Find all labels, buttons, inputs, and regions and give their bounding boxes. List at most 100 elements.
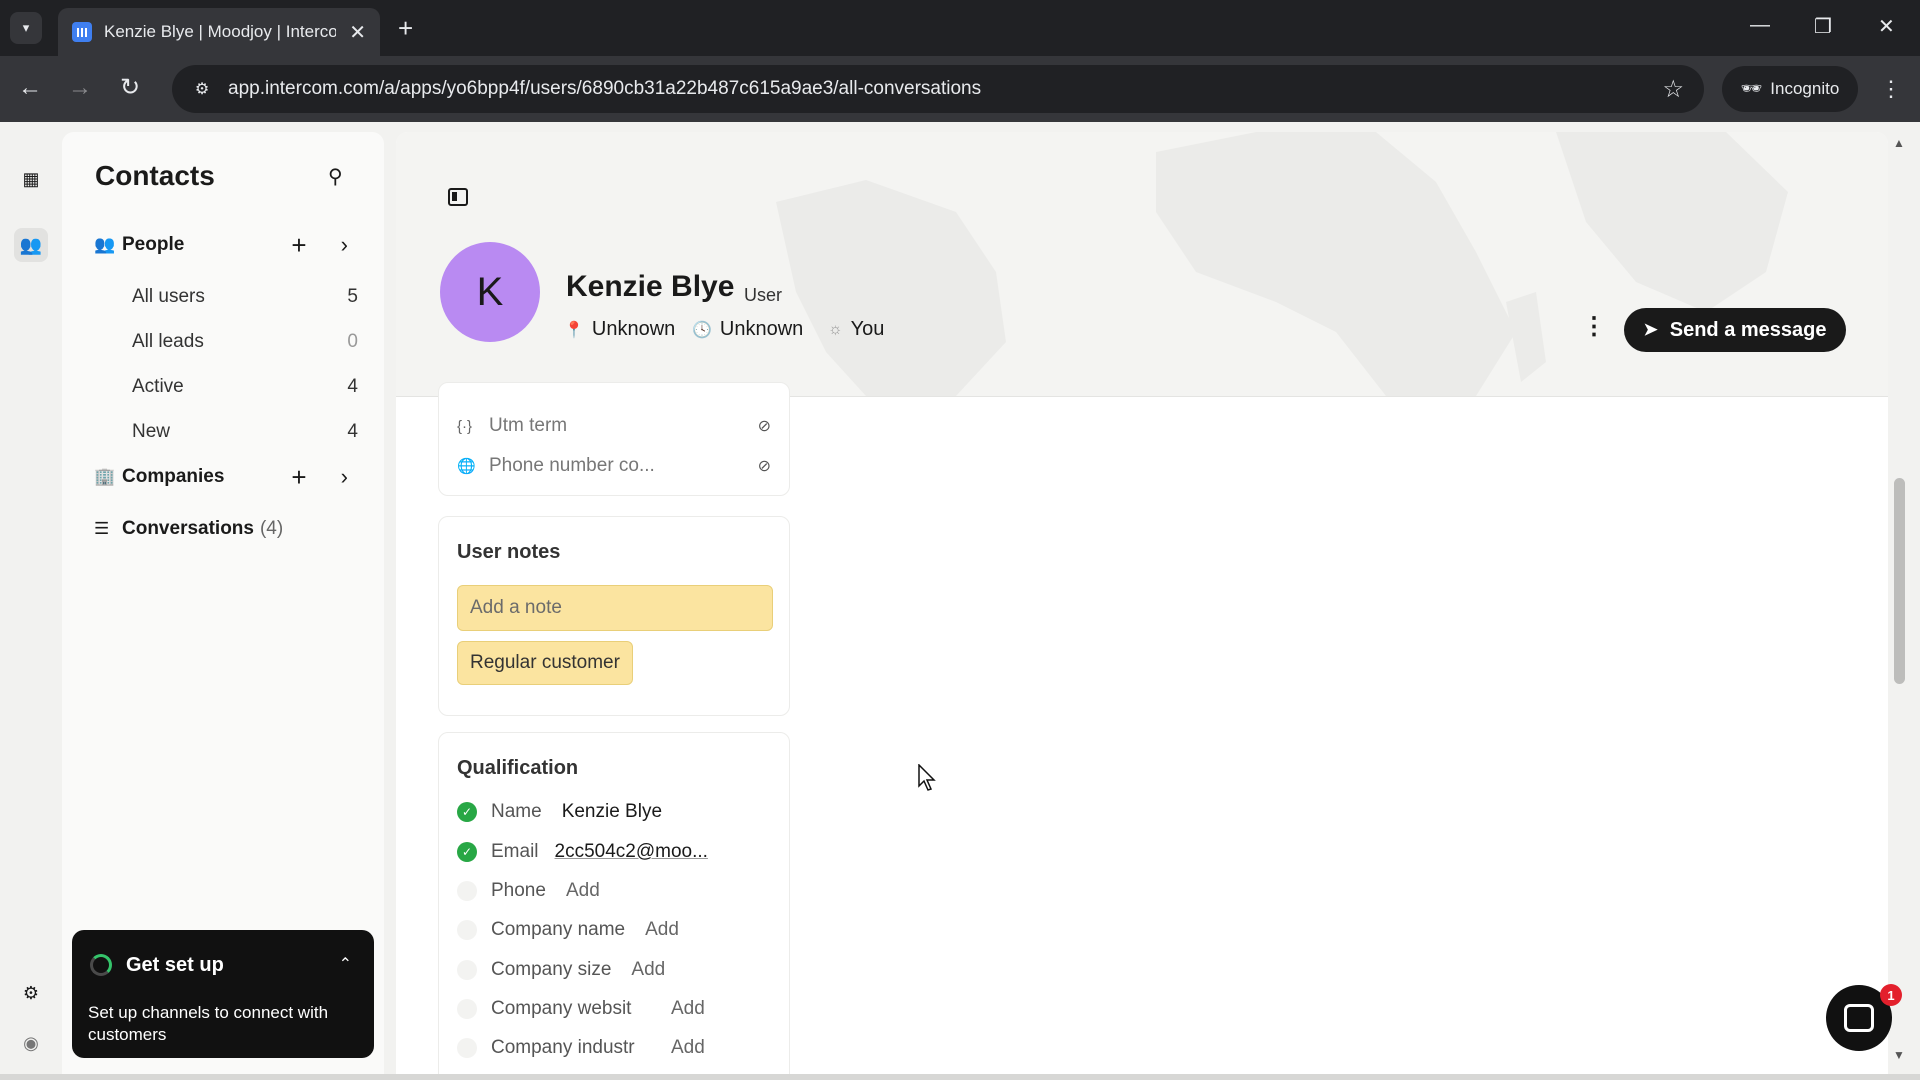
send-message-label: Send a message (1669, 318, 1827, 341)
scroll-down-arrow-icon[interactable]: ▼ (1893, 1048, 1905, 1062)
chevron-right-icon[interactable]: › (341, 464, 348, 490)
profile-status-icon[interactable]: ◉ (14, 1026, 48, 1060)
qualification-row-name[interactable]: ✓ Name Kenzie Blye (457, 797, 779, 827)
send-message-button[interactable]: ➤ Send a message (1624, 308, 1846, 352)
qualification-label: Company size (491, 959, 612, 980)
site-settings-icon[interactable]: ⚙ (182, 79, 222, 99)
setup-description: Set up channels to connect with customer… (88, 1003, 329, 1044)
qualification-row-email[interactable]: ✓ Email 2cc504c2@moo... (457, 837, 779, 867)
qualification-label: Company industr (491, 1037, 635, 1058)
qualification-row-company-industry[interactable]: Company industr Add (457, 1033, 779, 1063)
sidebar-section-conversations[interactable]: ☰ Conversations (4) (94, 512, 366, 546)
contact-location: 📍 Unknown (564, 318, 675, 341)
more-options-icon[interactable]: ⋮ (1582, 312, 1606, 341)
incognito-label: Incognito (1770, 79, 1840, 98)
qualification-label: Email (491, 841, 539, 862)
empty-circle-icon (457, 920, 477, 940)
intercom-app: ▦ 👥 ⚙ ◉ Contacts ⚲ 👥 People + › All user… (0, 122, 1920, 1080)
contact-role-badge: User (744, 285, 783, 305)
browser-menu-icon[interactable]: ⋮ (1880, 76, 1902, 102)
sidebar-item-all-leads[interactable]: All leads 0 (132, 325, 358, 359)
qualification-label: Phone (491, 880, 546, 901)
eye-hidden-icon[interactable]: ⊘ (758, 416, 771, 436)
chevron-right-icon[interactable]: › (341, 232, 348, 258)
sidebar-item-all-users[interactable]: All users 5 (132, 280, 358, 314)
conversations-count: (4) (259, 518, 284, 539)
get-set-up-card[interactable]: Get set up ⌃ Set up channels to connect … (72, 930, 374, 1058)
chevron-up-icon[interactable]: ⌃ (339, 954, 352, 974)
sidebar-item-count: 0 (347, 331, 358, 352)
add-value-link[interactable]: Add (631, 959, 665, 981)
local-time-value: Unknown (719, 318, 804, 340)
browser-tab-active[interactable]: Kenzie Blye | Moodjoy | Interco ✕ (58, 8, 380, 56)
add-value-link[interactable]: Add (671, 998, 705, 1020)
qualification-value[interactable]: 2cc504c2@moo... (555, 841, 708, 863)
sidebar-item-new[interactable]: New 4 (132, 415, 358, 449)
qualification-card: Qualification ✓ Name Kenzie Blye ✓ Email… (438, 732, 790, 1080)
attribute-row-phone-country[interactable]: 🌐 Phone number co... ⊘ (457, 451, 771, 481)
scrollbar-thumb[interactable] (1894, 478, 1905, 684)
qualification-row-phone[interactable]: Phone Add (457, 876, 779, 906)
incognito-indicator[interactable]: 🕶 Incognito (1722, 66, 1858, 112)
bookmark-star-icon[interactable]: ☆ (1662, 75, 1684, 104)
empty-circle-icon (457, 881, 477, 901)
browser-tab-bar: ▾ Kenzie Blye | Moodjoy | Interco ✕ + — … (0, 0, 1920, 56)
qualification-row-company-size[interactable]: Company size Add (457, 955, 779, 985)
empty-circle-icon (457, 1038, 477, 1058)
contact-header: K Kenzie Blye User 📍 Unknown 🕓 Unknown ☼… (396, 132, 1888, 396)
qualification-row-company-website[interactable]: Company websit Add (457, 994, 779, 1024)
qualification-label: Company websit (491, 998, 632, 1019)
location-value: Unknown (591, 318, 676, 340)
settings-gear-icon[interactable]: ⚙ (14, 976, 48, 1010)
code-brackets-icon: {·} (457, 417, 473, 435)
note-regular-customer[interactable]: Regular customer (457, 641, 633, 685)
add-value-link[interactable]: Add (671, 1037, 705, 1059)
empty-circle-icon (457, 999, 477, 1019)
eye-hidden-icon[interactable]: ⊘ (758, 456, 771, 476)
avatar: K (440, 242, 540, 342)
intercom-favicon-icon (72, 22, 92, 42)
tab-close-icon[interactable]: ✕ (349, 20, 366, 45)
add-company-icon[interactable]: + (284, 462, 314, 492)
contact-owner[interactable]: ☼ You (828, 318, 884, 341)
back-arrow-icon[interactable]: ← (18, 73, 42, 103)
search-icon[interactable]: ⚲ (328, 164, 343, 189)
add-value-link[interactable]: Add (566, 880, 600, 902)
world-map-background (776, 132, 1788, 396)
qualification-value: Kenzie Blye (561, 801, 663, 822)
tab-list-button[interactable]: ▾ (10, 12, 42, 44)
companies-label: Companies (122, 466, 225, 487)
sidebar-item-active[interactable]: Active 4 (132, 370, 358, 404)
new-tab-button[interactable]: + (398, 12, 413, 44)
sidebar-section-companies[interactable]: 🏢 Companies + › (94, 460, 366, 494)
sidebar-section-people[interactable]: 👥 People + › (94, 228, 366, 262)
inbox-icon[interactable]: ▦ (14, 162, 48, 196)
attribute-row-utm-term[interactable]: {·} Utm term ⊘ (457, 411, 771, 441)
close-window-icon[interactable]: ✕ (1878, 14, 1895, 39)
qualification-row-company-name[interactable]: Company name Add (457, 915, 779, 945)
sidebar-title: Contacts (95, 160, 215, 191)
contacts-icon[interactable]: 👥 (14, 228, 48, 262)
restore-window-icon[interactable]: ❐ (1814, 14, 1832, 39)
sidebar-item-label: Active (132, 376, 184, 397)
conversations-label: Conversations (122, 518, 254, 539)
incognito-icon: 🕶 (1740, 79, 1763, 98)
browser-toolbar: ← → ↻ ⚙ app.intercom.com/a/apps/yo6bpp4f… (0, 56, 1920, 122)
url-text[interactable]: app.intercom.com/a/apps/yo6bpp4f/users/6… (228, 78, 981, 100)
reload-icon[interactable]: ↻ (120, 73, 140, 103)
qualification-label: Company name (491, 919, 626, 940)
forward-arrow-icon[interactable]: → (68, 73, 92, 103)
owner-icon: ☼ (828, 320, 843, 338)
add-value-link[interactable]: Add (645, 919, 679, 941)
check-circle-icon: ✓ (457, 842, 477, 862)
owner-value: You (850, 318, 885, 340)
user-notes-title: User notes (457, 541, 561, 563)
scroll-up-arrow-icon[interactable]: ▲ (1893, 136, 1905, 150)
panel-toggle-icon[interactable] (448, 188, 468, 206)
minimize-window-icon[interactable]: — (1750, 14, 1770, 37)
mouse-cursor (918, 763, 938, 797)
qualification-label: Name (491, 801, 542, 822)
address-bar[interactable]: ⚙ app.intercom.com/a/apps/yo6bpp4f/users… (172, 65, 1704, 113)
add-people-icon[interactable]: + (284, 230, 314, 260)
add-note-input[interactable]: Add a note (457, 585, 773, 631)
